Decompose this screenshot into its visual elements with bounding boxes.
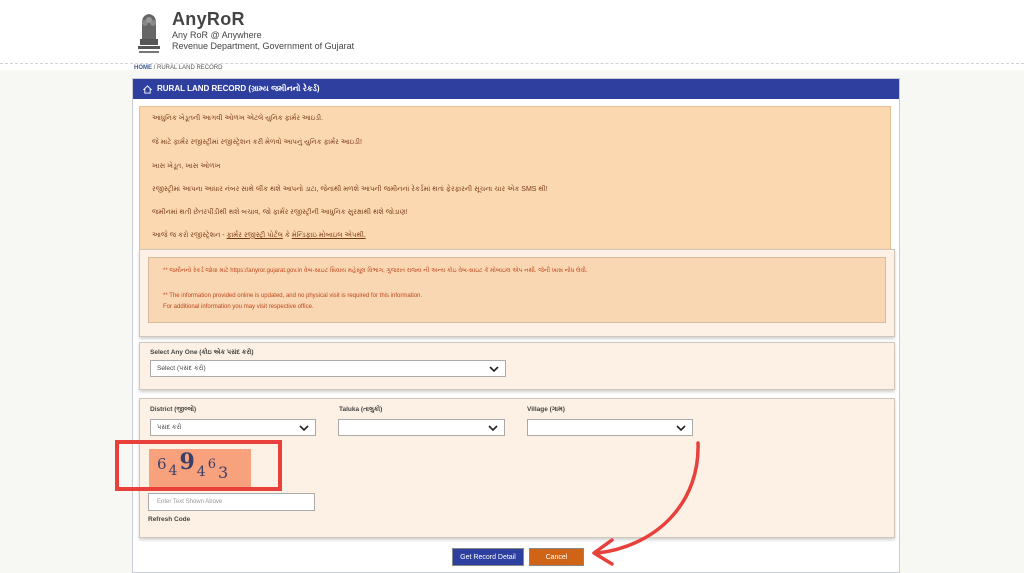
taluka-label: Taluka (તાલુકો) [339, 406, 383, 413]
taluka-dropdown[interactable] [338, 419, 505, 436]
site-header: AnyRoR Any RoR @ Anywhere Revenue Depart… [0, 0, 1024, 70]
district-dropdown[interactable]: પસંદ કરો [150, 419, 316, 436]
info-line: For additional information you may visit… [163, 304, 314, 310]
panel-title-bar: RURAL LAND RECORD (ગ્રામ્ય જમીનનો રેકર્ડ… [133, 79, 899, 99]
brand-name: AnyRoR [172, 9, 245, 29]
brand-tagline: Any RoR @ Anywhere [172, 30, 262, 40]
select-any-dropdown[interactable]: Select (પસંદ કરો) [150, 360, 506, 377]
select-any-label: Select Any One (કોઇ એક પસંદ કરો) [150, 349, 254, 356]
notice-line: રજીસ્ટ્રીમાં આપના આધાર નંબર સાથે લીંક થશ… [152, 186, 548, 193]
select-any-value: Select (પસંદ કરો) [157, 364, 206, 372]
header-divider [0, 63, 1024, 64]
notice-mid: કે [282, 232, 292, 239]
chevron-down-icon [299, 425, 309, 432]
captcha-input[interactable]: Enter Text Shown Above [148, 493, 315, 511]
mobile-app-link[interactable]: મેન્ડિફાઇ મોબાઇલ એપથી. [292, 232, 366, 239]
district-label: District (જીલ્લો) [150, 406, 197, 413]
notice-line: જે માટે ફાર્મર રજીસ્ટ્રીમાં રજીસ્ટ્રેશન … [152, 139, 362, 146]
info-line: ** The information provided online is up… [163, 293, 423, 299]
notice-line: જમીનમાં થતી છેતરપીંડીથી થશે બચાવ, જો ફાર… [152, 209, 408, 216]
district-value: પસંદ કરો [157, 423, 182, 431]
state-emblem-icon [138, 14, 160, 53]
chevron-down-icon [488, 425, 498, 432]
info-notice: ** જમીનનો રેકર્ડ જોવા માટે https://anyro… [148, 257, 886, 323]
notice-line: આધુનિક ખેડૂતની આગવી ઓળખ એટલે યુનિક ફાર્મ… [152, 115, 324, 122]
notice-line: ખાસ ખેડૂત, ખાસ ઓળખ [152, 163, 221, 170]
panel-title: RURAL LAND RECORD (ગ્રામ્ય જમીનનો રેકર્ડ… [157, 84, 320, 93]
info-line: ** જમીનનો રેકર્ડ જોવા માટે https://anyro… [163, 268, 588, 274]
village-label: Village (ગામ) [527, 406, 565, 413]
chevron-down-icon [489, 366, 499, 373]
captcha-highlight-box [115, 440, 282, 491]
info-section: ** જમીનનો રેકર્ડ જોવા માટે https://anyro… [139, 249, 895, 337]
refresh-code-link[interactable]: Refresh Code [148, 516, 190, 523]
village-dropdown[interactable] [527, 419, 693, 436]
farmer-registry-portal-link[interactable]: ફાર્મર રજીસ્ટ્રી પોર્ટલ [227, 232, 283, 239]
brand-department: Revenue Department, Government of Gujara… [172, 41, 355, 51]
select-type-section: Select Any One (કોઇ એક પસંદ કરો) Select … [139, 342, 895, 390]
cancel-button[interactable]: Cancel [529, 548, 584, 566]
notice-prefix: આજે જ કરો રજીસ્ટ્રેશન - [152, 232, 227, 239]
notice-line-links: આજે જ કરો રજીસ્ટ્રેશન - ફાર્મર રજીસ્ટ્રી… [152, 232, 366, 240]
breadcrumb-current: RURAL LAND RECORD [157, 65, 223, 71]
breadcrumb-home[interactable]: HOME [134, 65, 152, 71]
get-record-button[interactable]: Get Record Detail [452, 548, 524, 566]
home-icon [143, 84, 152, 94]
captcha-input-placeholder: Enter Text Shown Above [157, 499, 223, 505]
chevron-down-icon [676, 425, 686, 432]
brand-block: AnyRoR Any RoR @ Anywhere Revenue Depart… [172, 9, 354, 52]
breadcrumb: HOME / RURAL LAND RECORD [134, 65, 222, 71]
